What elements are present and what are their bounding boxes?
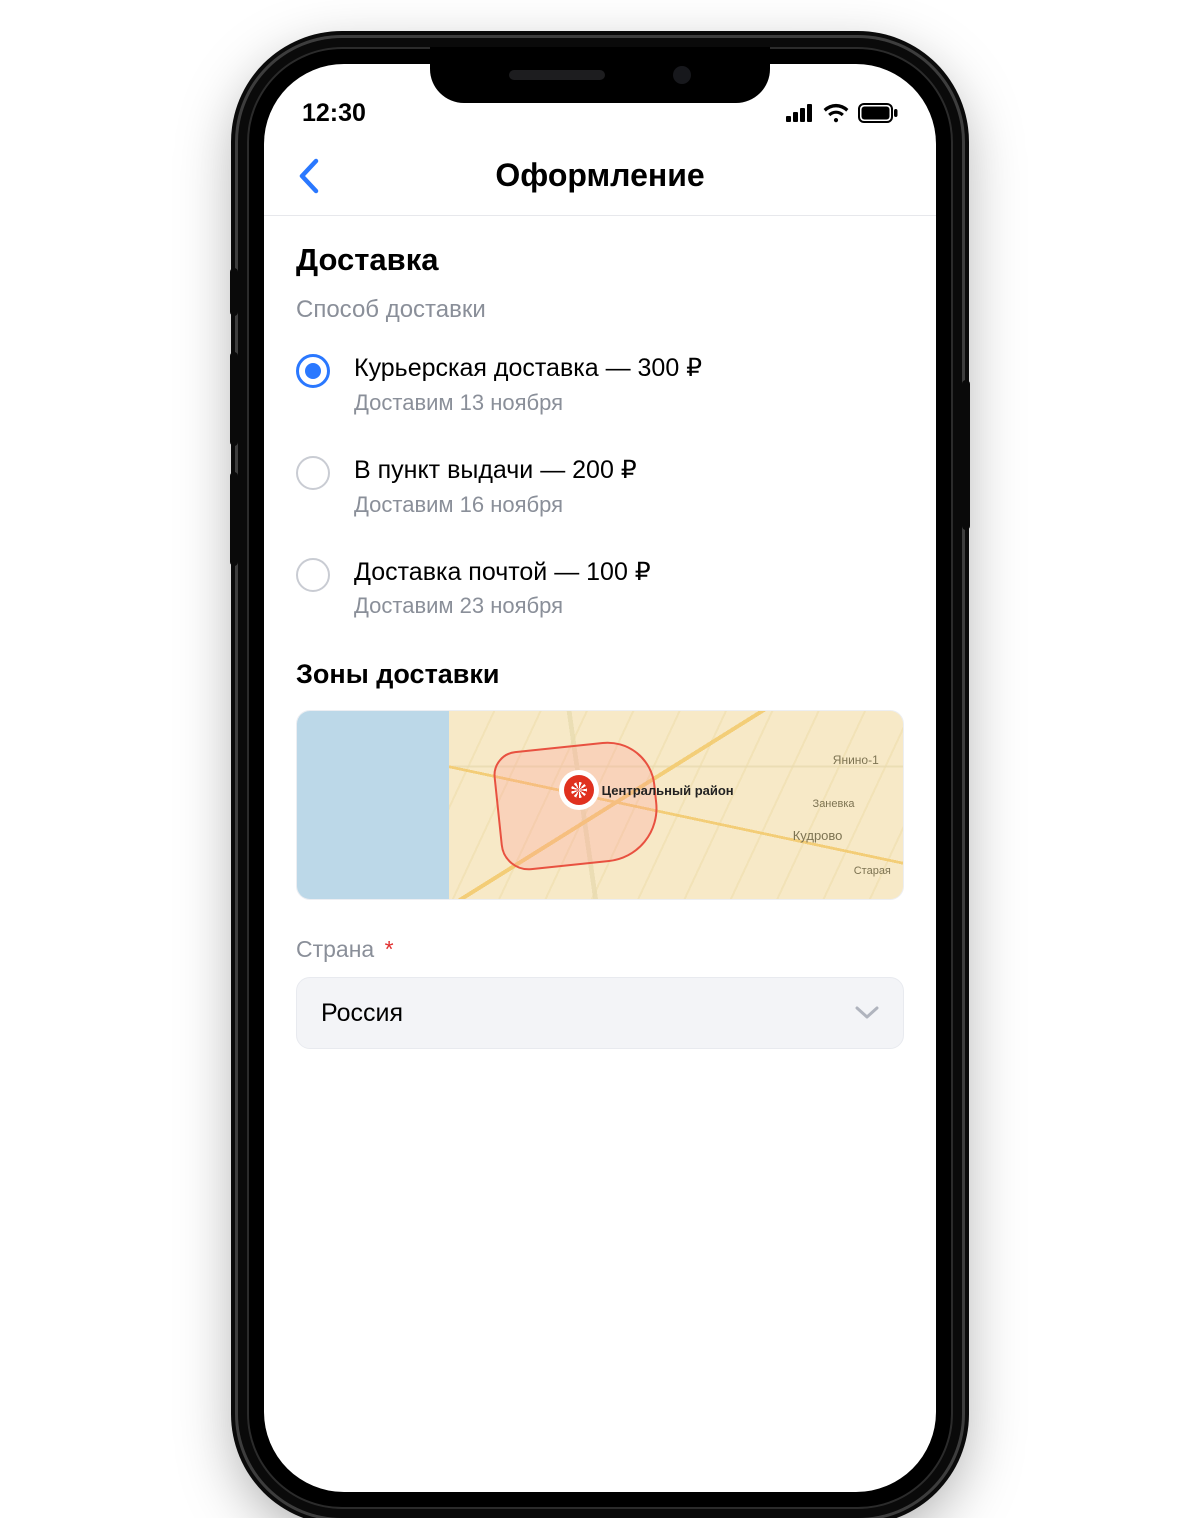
back-button[interactable] (286, 154, 330, 198)
speaker-grill (509, 70, 605, 80)
zones-heading: Зоны доставки (296, 659, 904, 690)
map-pin-label: Центральный район (602, 783, 734, 798)
delivery-option-post[interactable]: Доставка почтой — 100 ₽ Доставим 23 нояб… (296, 556, 904, 620)
radio-icon (296, 354, 330, 388)
map-place-label: Старая (854, 865, 891, 877)
front-camera-icon (673, 66, 691, 84)
page-title: Оформление (495, 157, 704, 194)
power-button (962, 380, 970, 530)
delivery-option-courier[interactable]: Курьерская доставка — 300 ₽ Доставим 13 … (296, 352, 904, 416)
nav-header: Оформление (264, 136, 936, 216)
volume-down-button (230, 472, 238, 566)
map-place-label: Янино-1 (833, 753, 879, 767)
screen: 12:30 Оформление Доставка Способ доставк… (264, 64, 936, 1492)
delivery-method-label: Способ доставки (296, 296, 904, 324)
status-time: 12:30 (302, 99, 366, 128)
battery-icon (858, 103, 898, 123)
volume-up-button (230, 352, 238, 446)
cellular-icon (786, 104, 814, 122)
delivery-options: Курьерская доставка — 300 ₽ Доставим 13 … (296, 352, 904, 619)
wifi-icon (823, 103, 849, 123)
option-title: Доставка почтой — 100 ₽ (354, 556, 651, 590)
chevron-down-icon (855, 1006, 879, 1020)
delivery-heading: Доставка (296, 242, 904, 278)
device-notch (430, 47, 770, 103)
country-value: Россия (321, 999, 403, 1028)
phone-frame: 12:30 Оформление Доставка Способ доставк… (238, 38, 962, 1518)
option-sub: Доставим 23 ноября (354, 593, 651, 619)
country-label: Страна * (296, 936, 904, 963)
required-mark: * (385, 936, 394, 962)
option-title: В пункт выдачи — 200 ₽ (354, 454, 637, 488)
radio-icon (296, 558, 330, 592)
map-place-label: Кудрово (793, 828, 843, 843)
option-title: Курьерская доставка — 300 ₽ (354, 352, 702, 386)
delivery-zones-map[interactable]: Центральный район Кудрово Янино-1 Заневк… (296, 710, 904, 900)
option-sub: Доставим 13 ноября (354, 390, 702, 416)
option-sub: Доставим 16 ноября (354, 492, 637, 518)
chevron-left-icon (297, 158, 319, 194)
content: Доставка Способ доставки Курьерская дост… (264, 216, 936, 1049)
country-select[interactable]: Россия (296, 977, 904, 1049)
map-pin-icon (564, 775, 594, 805)
radio-icon (296, 456, 330, 490)
country-label-text: Страна (296, 936, 374, 962)
delivery-option-pickup[interactable]: В пункт выдачи — 200 ₽ Доставим 16 ноябр… (296, 454, 904, 518)
silence-switch (230, 268, 238, 316)
status-icons (786, 103, 898, 123)
map-place-label: Заневка (813, 798, 855, 810)
